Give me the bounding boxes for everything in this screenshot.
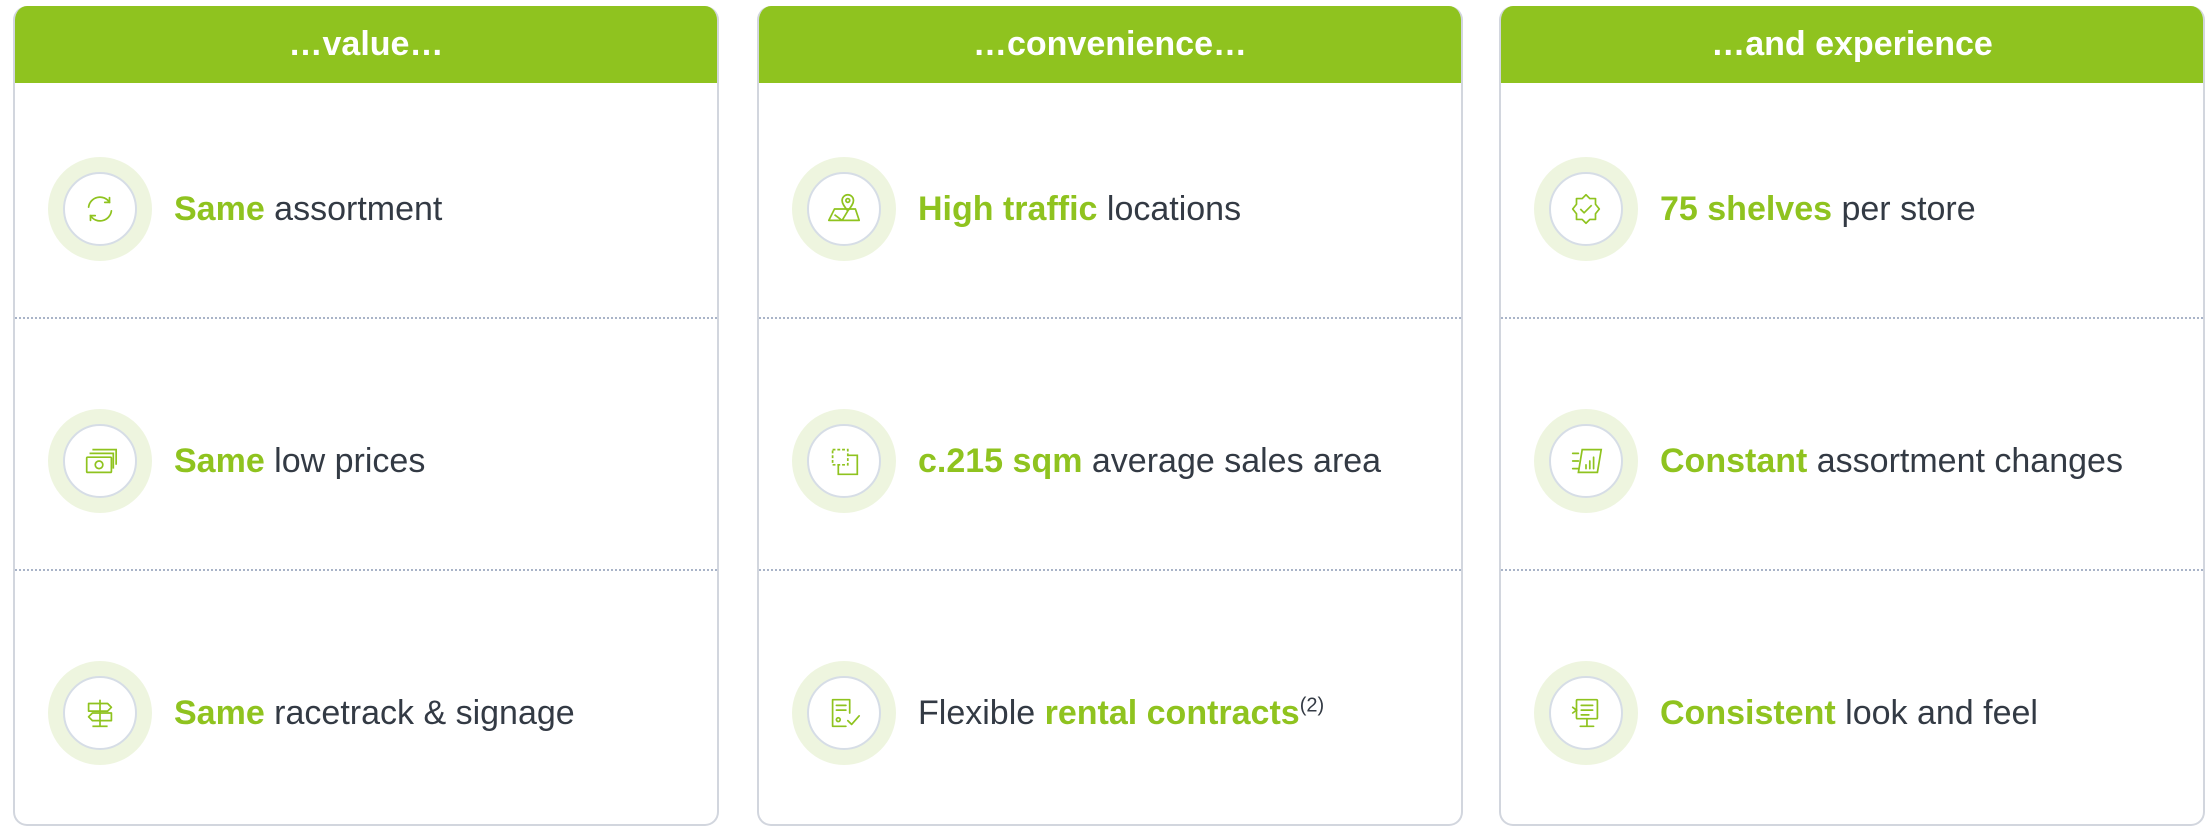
cash-icon (48, 409, 152, 513)
display-stand-icon (1534, 661, 1638, 765)
column-header: …value… (15, 6, 717, 83)
column-convenience: …convenience… High traffic locations c.2… (757, 6, 1463, 826)
list-item-label: High traffic locations (918, 189, 1242, 228)
list-item: Same racetrack & signage (15, 587, 717, 824)
column-value: …value… Same assortment Same low prices … (13, 6, 719, 826)
map-pin-icon (792, 157, 896, 261)
list-item-label: c.215 sqm average sales area (918, 441, 1382, 480)
contract-icon (792, 661, 896, 765)
list-item-label: Same low prices (174, 441, 426, 480)
list-item: c.215 sqm average sales area (759, 335, 1461, 587)
list-item: Same low prices (15, 335, 717, 587)
list-item-label: Consistent look and feel (1660, 693, 2038, 732)
list-item-label: 75 shelves per store (1660, 189, 1976, 228)
list-item: Consistent look and feel (1501, 587, 2203, 824)
list-item-label: Same racetrack & signage (174, 693, 575, 732)
refresh-icon (48, 157, 152, 261)
signpost-icon (48, 661, 152, 765)
list-item-label: Constant assortment changes (1660, 441, 2123, 480)
list-item: High traffic locations (759, 83, 1461, 335)
column-experience: …and experience 75 shelves per store Con… (1499, 6, 2205, 826)
list-item-label: Flexible rental contracts(2) (918, 693, 1325, 732)
list-item: Same assortment (15, 83, 717, 335)
list-item: Constant assortment changes (1501, 335, 2203, 587)
column-header: …and experience (1501, 6, 2203, 83)
list-item: 75 shelves per store (1501, 83, 2203, 335)
list-item: Flexible rental contracts(2) (759, 587, 1461, 824)
column-header: …convenience… (759, 6, 1461, 83)
badge-check-icon (1534, 157, 1638, 261)
shelf-list-icon (1534, 409, 1638, 513)
list-item-label: Same assortment (174, 189, 443, 228)
area-icon (792, 409, 896, 513)
